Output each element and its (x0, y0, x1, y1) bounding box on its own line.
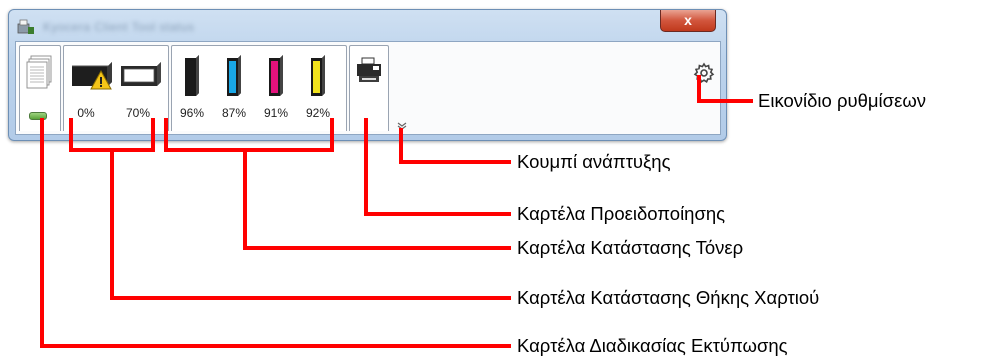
callout-line-toner (243, 246, 511, 250)
callout-alert-tab: Καρτέλα Προειδοποίησης (517, 203, 726, 224)
callout-line-paper (110, 148, 114, 299)
callout-line-job (40, 344, 511, 348)
toner-black-level: 96% (179, 106, 205, 120)
callout-line-alert (364, 212, 511, 216)
job-progress-indicator (29, 112, 47, 120)
paper-cassette-2-icon (117, 58, 163, 99)
callout-line-settings (697, 75, 701, 102)
toner-cyan-icon (224, 54, 244, 103)
callout-line-toner (164, 118, 168, 151)
toner-yellow-icon (308, 54, 328, 103)
callout-line-toner (243, 148, 247, 249)
tab-alert[interactable] (349, 45, 389, 131)
callout-line-toner (330, 118, 334, 151)
paper-cassette-2-level: 70% (125, 106, 151, 120)
callout-settings-icon: Εικονίδιο ρυθμίσεων (758, 90, 927, 111)
callout-line-alert (364, 118, 368, 215)
tab-toner-status[interactable]: 96% 87% 91% 92% (171, 45, 347, 131)
toner-magenta-icon (266, 54, 286, 103)
toner-black-icon (182, 54, 202, 103)
callout-job-tab: Καρτέλα Διαδικασίας Εκτύπωσης (517, 335, 788, 356)
app-icon (17, 19, 35, 35)
window-title: Kyocera Client Tool status (43, 20, 195, 34)
paper-cassette-1-level: 0% (77, 106, 95, 120)
callout-line-paper (151, 118, 155, 151)
window-client-area: 0% 70% 96% 87% 91% 92% (15, 41, 721, 135)
callout-line-paper (69, 118, 73, 151)
callout-line-expand (399, 160, 511, 164)
callout-line-job (40, 118, 44, 348)
toner-cyan-level: 87% (221, 106, 247, 120)
printer-icon (355, 56, 383, 91)
callout-expand-button: Κουμπί ανάπτυξης (517, 151, 671, 172)
toner-magenta-level: 91% (263, 106, 289, 120)
callout-paper-tab: Καρτέλα Κατάστασης Θήκης Χαρτιού (517, 287, 820, 308)
callout-line-settings (697, 99, 753, 103)
callout-line-toner (164, 148, 334, 152)
toner-yellow-level: 92% (305, 106, 331, 120)
close-button[interactable]: x (660, 10, 716, 32)
stacked-pages-icon (25, 54, 55, 99)
callout-toner-tab: Καρτέλα Κατάστασης Τόνερ (517, 237, 744, 258)
callout-line-paper (110, 296, 511, 300)
callout-line-expand (399, 128, 403, 163)
warning-triangle-icon (90, 69, 112, 95)
